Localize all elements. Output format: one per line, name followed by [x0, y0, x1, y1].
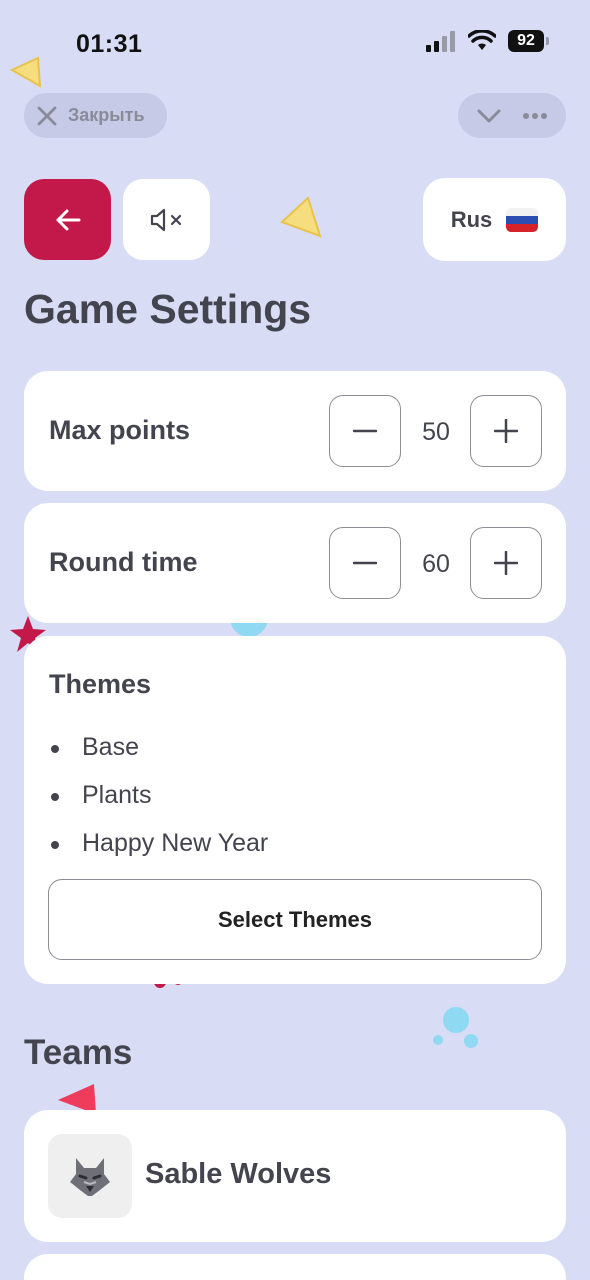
chevron-down-icon[interactable] — [476, 107, 502, 125]
themes-card: Themes Base Plants Happy New Year Select… — [24, 636, 566, 984]
round-time-decrement-button[interactable] — [329, 527, 401, 599]
theme-item: Base — [51, 733, 139, 761]
max-points-label: Max points — [49, 415, 191, 445]
team-avatar — [48, 1134, 132, 1218]
max-points-decrement-button[interactable] — [329, 395, 401, 467]
round-time-card: Round time 60 — [24, 503, 566, 623]
menu-pill — [458, 93, 566, 138]
russia-flag-icon — [506, 207, 539, 232]
themes-title: Themes — [49, 669, 152, 699]
mute-button[interactable] — [123, 179, 210, 260]
plus-icon — [494, 419, 518, 443]
round-time-increment-button[interactable] — [470, 527, 542, 599]
minus-icon — [353, 429, 377, 433]
status-icons: 92 — [426, 30, 549, 52]
close-label: Закрыть — [68, 105, 145, 125]
more-icon[interactable] — [522, 112, 548, 120]
page-title: Game Settings — [24, 286, 312, 332]
speaker-muted-icon — [150, 208, 181, 231]
language-label: Rus — [450, 206, 493, 232]
max-points-card: Max points 50 — [24, 371, 566, 491]
team-name: Sable Wolves — [145, 1158, 332, 1190]
signal-icon — [426, 30, 456, 52]
theme-item: Plants — [50, 781, 152, 809]
wolf-icon — [70, 1158, 110, 1196]
arrow-left-icon — [56, 209, 80, 230]
max-points-increment-button[interactable] — [470, 395, 542, 467]
status-bar: 01:31 92 — [0, 0, 590, 88]
team-card[interactable]: Sable Wolves — [24, 1110, 566, 1242]
close-button[interactable]: Закрыть — [24, 93, 167, 138]
wifi-icon — [468, 30, 496, 50]
teams-title: Teams — [24, 1033, 133, 1072]
theme-item: Happy New Year — [50, 829, 269, 857]
decorative-triangle-icon — [280, 196, 322, 238]
close-icon — [37, 106, 57, 125]
decorative-bubbles-icon — [433, 1007, 478, 1048]
battery-icon: 92 — [508, 30, 549, 52]
round-time-value: 60 — [422, 550, 450, 578]
language-button[interactable]: Rus — [423, 178, 566, 261]
back-button[interactable] — [24, 179, 111, 260]
team-card[interactable] — [24, 1254, 566, 1280]
plus-icon — [494, 551, 518, 575]
minus-icon — [353, 561, 377, 565]
status-time: 01:31 — [76, 30, 143, 58]
select-themes-button[interactable]: Select Themes — [48, 879, 542, 960]
round-time-label: Round time — [49, 547, 198, 577]
max-points-value: 50 — [422, 418, 450, 446]
